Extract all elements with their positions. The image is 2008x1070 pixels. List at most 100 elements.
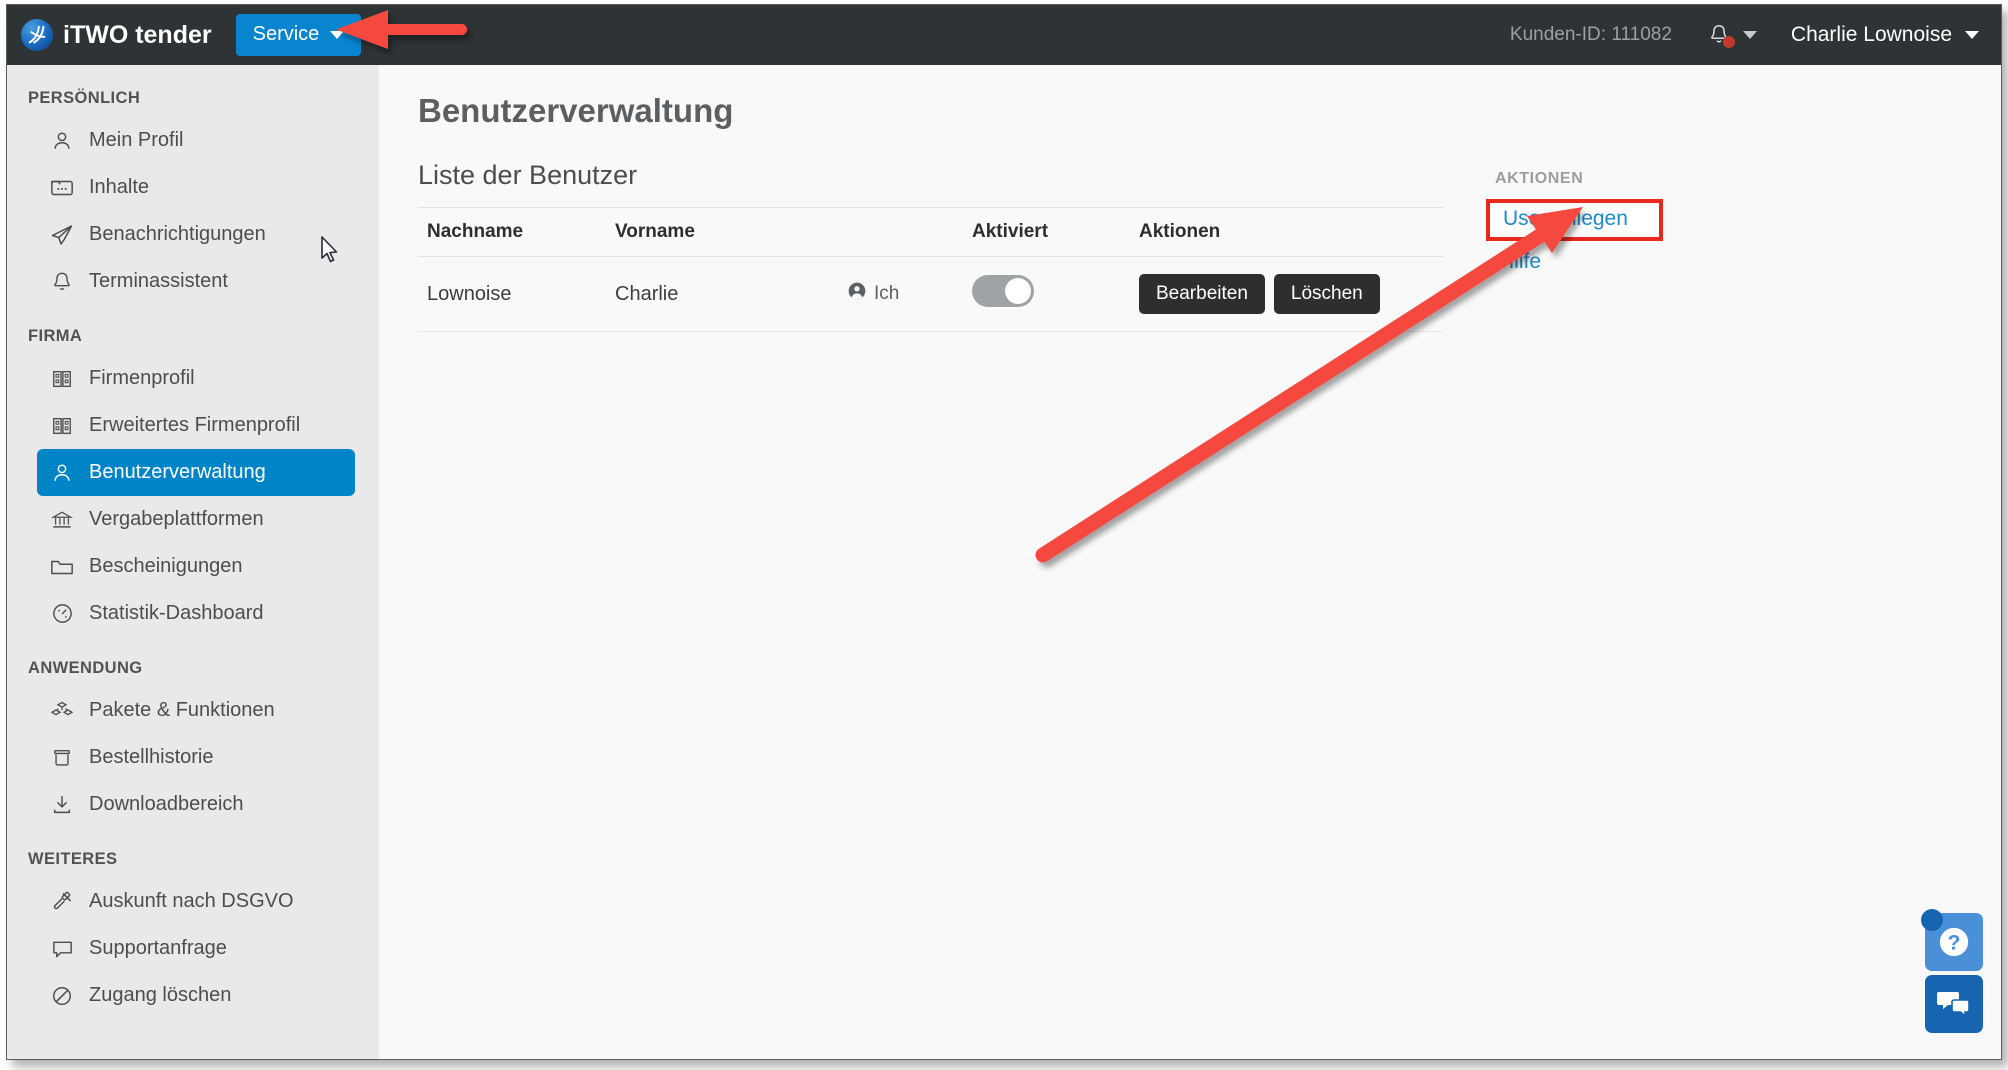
service-button[interactable]: Service xyxy=(235,14,362,56)
sidebar-item-label: Vergabeplattformen xyxy=(89,508,264,530)
sidebar-item-terminassistent[interactable]: Terminassistent xyxy=(37,258,355,305)
content-row: Liste der Benutzer Nachname Vorname Akti… xyxy=(379,130,2001,332)
sidebar-item-benutzerverwaltung[interactable]: Benutzerverwaltung xyxy=(37,449,355,496)
cell-me-badge: Ich xyxy=(847,256,972,332)
create-user-highlight-box: User anlegen xyxy=(1486,199,1663,241)
itwo-logo-icon xyxy=(21,19,53,51)
table-row: Lownoise Charlie Ich Bearbeiten Löschen xyxy=(418,256,1443,332)
table-body: Lownoise Charlie Ich Bearbeiten Löschen xyxy=(418,256,1443,332)
sidebar-item-statistik-dashboard[interactable]: Statistik-Dashboard xyxy=(37,590,355,637)
sidebar-item-supportanfrage[interactable]: Supportanfrage xyxy=(37,925,355,972)
list-heading: Liste der Benutzer xyxy=(418,160,638,190)
sidebar-section-firma: FIRMA Firmenprofil Erweitertes Firmenpro… xyxy=(7,327,379,637)
sidebar-item-label: Zugang löschen xyxy=(89,984,232,1006)
page-title: Benutzerverwaltung xyxy=(418,92,734,129)
column-header-vorname: Vorname xyxy=(615,207,847,257)
brand-area: iTWO tender Service xyxy=(7,14,362,56)
users-table: Nachname Vorname Aktiviert Aktionen Lown… xyxy=(418,207,1443,332)
sidebar-item-label: Bescheinigungen xyxy=(89,555,243,577)
sidebar-item-inhalte[interactable]: Inhalte xyxy=(37,164,355,211)
folder-dots-icon xyxy=(49,175,75,201)
paper-plane-icon xyxy=(49,222,75,248)
user-circle-icon xyxy=(847,281,867,307)
sidebar-item-benachrichtigungen[interactable]: Benachrichtigungen xyxy=(37,211,355,258)
user-icon xyxy=(49,128,75,154)
sidebar-item-label: Bestellhistorie xyxy=(89,746,214,768)
building-icon xyxy=(49,366,75,392)
sidebar-section-title: WEITERES xyxy=(28,850,118,868)
service-button-label: Service xyxy=(252,23,320,45)
help-link[interactable]: Hilfe xyxy=(1499,250,1755,274)
column-header-aktionen: Aktionen xyxy=(1139,207,1443,257)
svg-text:?: ? xyxy=(1948,930,1961,954)
bell-icon xyxy=(1708,22,1735,48)
sidebar-section-anwendung: ANWENDUNG Pakete & Funktionen Bestellhis… xyxy=(7,659,379,828)
sidebar: PERSÖNLICH Mein Profil Inhalte Benachric… xyxy=(7,65,379,1059)
delete-button[interactable]: Löschen xyxy=(1273,274,1380,314)
cell-aktiviert xyxy=(972,256,1139,332)
help-float-button[interactable]: ? xyxy=(1921,909,1983,971)
column-header-aktiviert: Aktiviert xyxy=(972,207,1139,257)
chevron-down-icon xyxy=(1965,31,1979,39)
sidebar-item-bestellhistorie[interactable]: Bestellhistorie xyxy=(37,734,355,781)
row-action-buttons: Bearbeiten Löschen xyxy=(1139,274,1443,314)
sidebar-section-title: PERSÖNLICH xyxy=(28,89,141,107)
sidebar-item-label: Downloadbereich xyxy=(89,793,244,815)
folder-icon xyxy=(49,554,75,580)
sidebar-item-label: Erweitertes Firmenprofil xyxy=(89,414,301,436)
app-header: iTWO tender Service Kunden-ID: 111082 Ch… xyxy=(7,5,2001,65)
gauge-icon xyxy=(49,601,75,627)
building-icon xyxy=(49,413,75,439)
sidebar-item-label: Firmenprofil xyxy=(89,367,195,389)
sidebar-item-bescheinigungen[interactable]: Bescheinigungen xyxy=(37,543,355,590)
customer-id: Kunden-ID: 111082 xyxy=(1509,24,1672,45)
user-menu-button[interactable]: Charlie Lownoise xyxy=(1791,23,1979,47)
column-header-nachname: Nachname xyxy=(418,207,615,257)
actions-panel: AKTIONEN User anlegen Hilfe xyxy=(1486,160,1755,332)
sidebar-item-vergabeplattformen[interactable]: Vergabeplattformen xyxy=(37,496,355,543)
actions-panel-title: AKTIONEN xyxy=(1495,170,1584,187)
sidebar-item-zugang-loeschen[interactable]: Zugang löschen xyxy=(37,972,355,1019)
sidebar-item-label: Benachrichtigungen xyxy=(89,223,266,245)
chevron-down-icon xyxy=(330,30,345,39)
table-header-row: Nachname Vorname Aktiviert Aktionen xyxy=(418,207,1443,257)
sidebar-item-mein-profil[interactable]: Mein Profil xyxy=(37,117,355,164)
sidebar-item-label: Benutzerverwaltung xyxy=(89,461,266,483)
bank-icon xyxy=(49,507,75,533)
notifications-button[interactable] xyxy=(1708,22,1757,48)
question-mark-icon: ? xyxy=(1939,927,1969,957)
sidebar-item-label: Auskunft nach DSGVO xyxy=(89,890,294,912)
sidebar-item-label: Terminassistent xyxy=(89,270,228,292)
app-window: iTWO tender Service Kunden-ID: 111082 Ch… xyxy=(6,4,2002,1060)
main-content: Benutzerverwaltung Liste der Benutzer Na… xyxy=(379,65,2001,1059)
sidebar-item-erweitertes-firmenprofil[interactable]: Erweitertes Firmenprofil xyxy=(37,402,355,449)
sidebar-item-firmenprofil[interactable]: Firmenprofil xyxy=(37,355,355,402)
sidebar-section-weiteres: WEITERES Auskunft nach DSGVO Supportanfr… xyxy=(7,850,379,1019)
boxes-icon xyxy=(49,698,75,724)
user-menu-label: Charlie Lownoise xyxy=(1790,23,1952,46)
sidebar-item-downloadbereich[interactable]: Downloadbereich xyxy=(37,781,355,828)
bell-icon xyxy=(49,269,75,295)
ban-icon xyxy=(49,983,75,1009)
sidebar-item-auskunft-dsgvo[interactable]: Auskunft nach DSGVO xyxy=(37,878,355,925)
toggle-knob xyxy=(1005,278,1031,304)
archive-icon xyxy=(49,745,75,771)
user-icon xyxy=(49,460,75,486)
chat-float-button[interactable] xyxy=(1925,975,1983,1033)
create-user-link[interactable]: User anlegen xyxy=(1503,207,1628,231)
edit-button[interactable]: Bearbeiten xyxy=(1139,274,1265,314)
sidebar-section-persoenlich: PERSÖNLICH Mein Profil Inhalte Benachric… xyxy=(7,89,379,305)
header-right: Kunden-ID: 111082 Charlie Lownoise xyxy=(1510,22,2001,48)
sidebar-item-label: Mein Profil xyxy=(89,129,184,151)
user-list-column: Liste der Benutzer Nachname Vorname Akti… xyxy=(418,160,1443,332)
activated-toggle[interactable] xyxy=(972,275,1034,307)
floating-support-widgets: ? xyxy=(1921,909,1983,1033)
sidebar-item-label: Inhalte xyxy=(89,176,150,198)
sidebar-item-label: Statistik-Dashboard xyxy=(89,602,264,624)
download-icon xyxy=(49,792,75,818)
chevron-down-icon xyxy=(1742,31,1757,39)
notification-badge xyxy=(1722,36,1735,48)
sidebar-item-label: Supportanfrage xyxy=(89,937,227,959)
sidebar-item-pakete-funktionen[interactable]: Pakete & Funktionen xyxy=(37,687,355,734)
cell-aktionen: Bearbeiten Löschen xyxy=(1139,256,1443,332)
